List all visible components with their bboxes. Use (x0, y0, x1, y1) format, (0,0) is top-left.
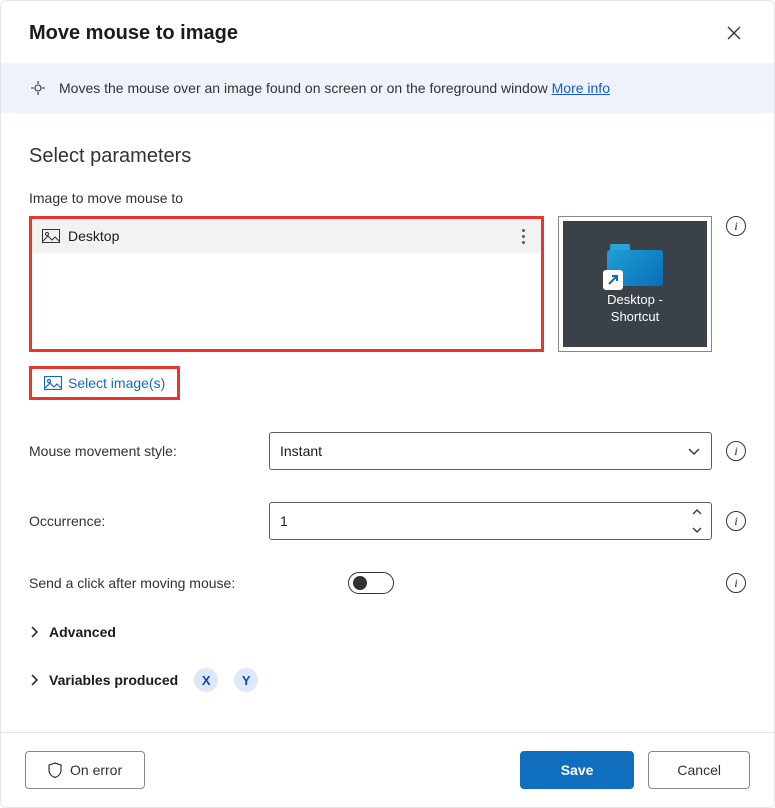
save-button[interactable]: Save (520, 751, 635, 789)
close-icon (726, 25, 742, 41)
preview-label-2: Shortcut (611, 309, 659, 324)
banner-text: Moves the mouse over an image found on s… (59, 80, 610, 96)
mouse-target-icon (29, 79, 47, 97)
variable-chip-y[interactable]: Y (234, 668, 258, 692)
occurrence-row: Occurrence: 1 (29, 502, 746, 540)
image-list[interactable]: Desktop (29, 216, 544, 352)
variables-expander[interactable]: Variables produced X Y (29, 668, 746, 692)
variable-chip-x[interactable]: X (194, 668, 218, 692)
advanced-label: Advanced (49, 624, 116, 640)
image-list-item[interactable]: Desktop (32, 219, 541, 253)
movement-style-label: Mouse movement style: (29, 443, 255, 459)
dialog: Move mouse to image Moves the mouse over… (0, 0, 775, 808)
dialog-footer: On error Save Cancel (1, 732, 774, 807)
chevron-right-icon (29, 626, 41, 638)
shield-icon (48, 762, 62, 778)
shortcut-badge-icon (603, 270, 623, 290)
send-click-label: Send a click after moving mouse: (29, 575, 334, 591)
image-item-name: Desktop (68, 228, 119, 244)
dialog-title: Move mouse to image (29, 22, 238, 45)
chevron-up-icon (692, 508, 702, 516)
advanced-expander[interactable]: Advanced (29, 624, 746, 640)
on-error-label: On error (70, 762, 122, 778)
occurrence-value: 1 (280, 513, 288, 529)
image-field-label: Image to move mouse to (29, 190, 746, 206)
image-row: Desktop Desktop - Shortcut (29, 216, 746, 352)
info-icon[interactable] (726, 511, 746, 531)
preview-thumbnail: Desktop - Shortcut (563, 221, 707, 347)
dialog-body: Select parameters Image to move mouse to… (1, 113, 774, 732)
titlebar: Move mouse to image (1, 1, 774, 63)
info-icon[interactable] (726, 216, 746, 236)
item-menu-button[interactable] (515, 227, 531, 245)
image-icon (44, 376, 62, 390)
select-images-label: Select image(s) (68, 375, 165, 391)
info-icon[interactable] (726, 573, 746, 593)
image-preview: Desktop - Shortcut (558, 216, 712, 352)
save-label: Save (561, 762, 594, 778)
variables-label: Variables produced (49, 672, 178, 688)
send-click-toggle[interactable] (348, 572, 394, 594)
send-click-row: Send a click after moving mouse: (29, 572, 746, 594)
folder-icon (607, 244, 663, 286)
chevron-down-icon (692, 526, 702, 534)
section-title: Select parameters (29, 145, 746, 168)
info-icon[interactable] (726, 441, 746, 461)
movement-style-row: Mouse movement style: Instant (29, 432, 746, 470)
movement-style-dropdown[interactable]: Instant (269, 432, 712, 470)
cancel-button[interactable]: Cancel (648, 751, 750, 789)
chevron-down-icon (687, 444, 701, 458)
select-images-button[interactable]: Select image(s) (29, 366, 180, 400)
more-info-link[interactable]: More info (552, 80, 610, 96)
close-button[interactable] (722, 21, 746, 45)
occurrence-label: Occurrence: (29, 513, 255, 529)
cancel-label: Cancel (677, 762, 721, 778)
stepper-up-button[interactable] (689, 506, 705, 518)
chevron-right-icon (29, 674, 41, 686)
stepper-down-button[interactable] (689, 524, 705, 536)
movement-style-value: Instant (280, 443, 322, 459)
image-icon (42, 229, 60, 243)
preview-label-1: Desktop - (607, 292, 663, 307)
on-error-button[interactable]: On error (25, 751, 145, 789)
occurrence-input[interactable]: 1 (269, 502, 712, 540)
info-banner: Moves the mouse over an image found on s… (1, 63, 774, 113)
